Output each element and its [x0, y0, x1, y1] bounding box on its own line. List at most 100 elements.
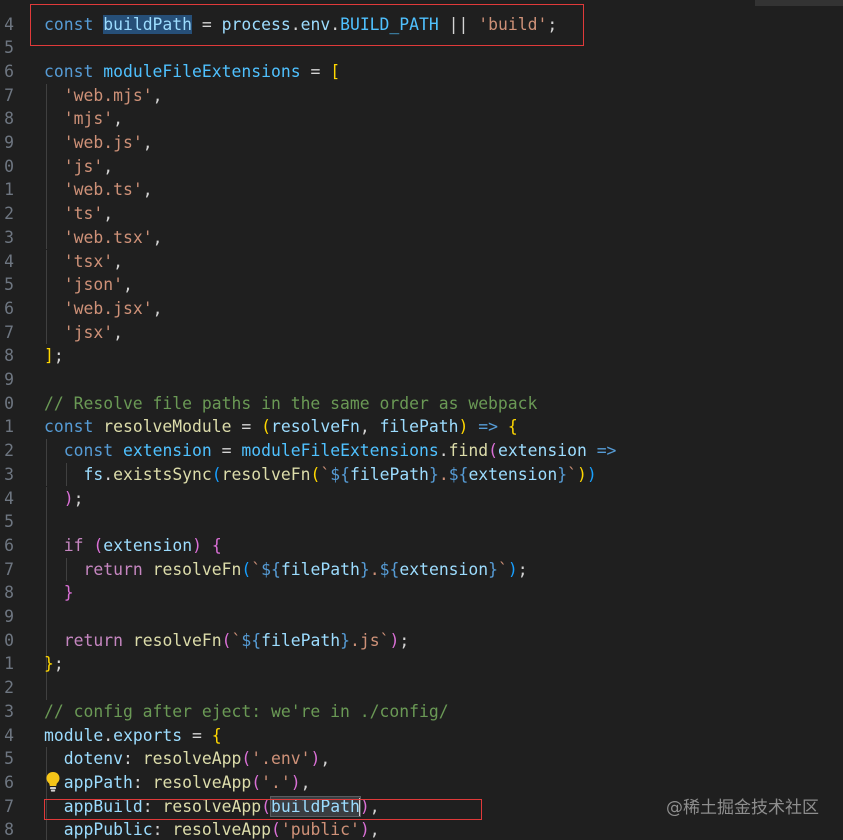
code-token: const	[44, 417, 94, 437]
code-line[interactable]: 8];	[0, 344, 843, 368]
code-line[interactable]: 6 'web.jsx',	[0, 296, 843, 321]
code-line[interactable]: 4 'tsx',	[0, 249, 843, 274]
code-text: // config after eject: we're in ./config…	[44, 700, 449, 724]
code-token: (	[241, 559, 252, 579]
code-token: (	[211, 464, 222, 484]
code-line[interactable]: 0 'js',	[0, 154, 843, 179]
code-line[interactable]: 8 'mjs',	[0, 107, 843, 131]
code-token: moduleFileExtensions	[103, 61, 301, 81]
code-line[interactable]: 9	[0, 605, 843, 629]
code-text: appPath: resolveApp('.'),	[44, 771, 311, 795]
code-token: const	[44, 14, 94, 34]
code-line[interactable]: 7 return resolveFn(`${filePath}.${extens…	[0, 557, 843, 582]
code-token: :	[122, 749, 143, 769]
code-token: 'web.tsx'	[63, 227, 153, 247]
code-line[interactable]: 4 module.exports = {	[0, 724, 843, 748]
code-token: extension	[399, 559, 489, 579]
code-token: appPath	[63, 772, 133, 792]
code-line[interactable]: 2 'ts',	[0, 202, 843, 226]
code-line[interactable]: 6 appPath: resolveApp('.'),	[0, 770, 843, 795]
code-token: )	[359, 796, 370, 816]
code-line[interactable]: 0 return resolveFn(`${filePath}.js`);	[0, 628, 843, 653]
code-line[interactable]: 6 if (extension) {	[0, 533, 843, 558]
code-token: =	[211, 441, 242, 461]
watermark: @稀土掘金技术社区	[666, 798, 819, 818]
code-token: filePath	[379, 417, 459, 437]
code-line[interactable]: 4 );	[0, 486, 843, 511]
code-text: 'web.tsx',	[44, 226, 163, 250]
code-token: appPublic	[63, 820, 153, 840]
line-number: 7	[4, 322, 14, 342]
code-line[interactable]: 5	[0, 36, 843, 60]
code-line[interactable]: 5 'json',	[0, 273, 843, 297]
code-line[interactable]: 1};	[0, 652, 843, 677]
code-token: .	[290, 14, 301, 34]
indent-guide	[46, 676, 47, 700]
code-token: resolveApp	[172, 820, 271, 840]
code-text: 'tsx',	[44, 250, 123, 274]
code-token: resolveModule	[103, 417, 232, 437]
line-number: 4	[4, 488, 14, 508]
code-line[interactable]: 1 const resolveModule = (resolveFn, fileP…	[0, 415, 843, 439]
code-line[interactable]: 2 const extension = moduleFileExtensions…	[0, 439, 843, 463]
code-token: dotenv	[63, 749, 123, 769]
code-line[interactable]: 6 const moduleFileExtensions = [	[0, 60, 843, 84]
lightbulb-icon[interactable]	[45, 771, 61, 793]
code-text: ];	[44, 344, 64, 368]
code-line[interactable]: 7 'jsx',	[0, 320, 843, 345]
code-line[interactable]: 9 'web.js',	[0, 131, 843, 155]
code-token: =>	[596, 441, 617, 461]
code-token: 'web.jsx'	[63, 298, 153, 318]
code-text: 'web.mjs',	[44, 84, 163, 108]
code-line[interactable]: 8 }	[0, 581, 843, 605]
code-line[interactable]: 3 // config after eject: we're in ./confi…	[0, 700, 843, 724]
code-token: resolveApp	[152, 772, 252, 792]
code-token: 'web.mjs'	[63, 85, 153, 105]
code-token: ${	[448, 464, 469, 484]
code-text: if (extension) {	[44, 534, 222, 558]
code-token: ,	[142, 180, 153, 200]
code-line[interactable]: 3 fs.existsSync(resolveFn(`${filePath}.$…	[0, 462, 843, 487]
horizontal-scrollbar[interactable]	[755, 0, 843, 6]
code-text: 'web.js',	[44, 131, 153, 155]
code-token: }	[359, 559, 370, 579]
code-line[interactable]: 2	[0, 676, 843, 700]
code-line[interactable]: 9	[0, 368, 843, 392]
line-number: 0	[4, 630, 14, 650]
code-token: ${	[261, 559, 281, 579]
code-line[interactable]: 4 const buildPath = process.env.BUILD_PAT…	[0, 13, 843, 37]
line-number: 7	[4, 796, 14, 816]
code-line[interactable]: 1 'web.ts',	[0, 178, 843, 203]
line-number: 4	[4, 251, 14, 271]
code-token: )	[63, 488, 74, 508]
code-token: 'web.js'	[63, 133, 143, 152]
line-number: 8	[4, 820, 14, 840]
code-line[interactable]: 0 // Resolve file paths in the same order…	[0, 392, 843, 416]
code-token: ,	[369, 796, 380, 816]
code-token: resolveFn	[271, 417, 360, 437]
code-token: find	[448, 441, 489, 461]
code-token: )	[192, 535, 202, 555]
code-line[interactable]: 8 appPublic: resolveApp('public'),	[0, 818, 843, 840]
code-token: 'js'	[63, 156, 104, 176]
code-line[interactable]: 5	[0, 510, 843, 534]
code-line[interactable]: 5 dotenv: resolveApp('.env'),	[0, 747, 843, 771]
code-text: dotenv: resolveApp('.env'),	[44, 747, 331, 771]
line-number: 1	[4, 654, 14, 674]
code-editor[interactable]: 4 const buildPath = process.env.BUILD_PAT…	[0, 0, 843, 840]
code-text: 'json',	[44, 273, 133, 297]
code-token: ;	[517, 559, 528, 579]
code-line[interactable]: 7 'web.mjs',	[0, 83, 843, 108]
code-token: )	[586, 464, 597, 484]
line-number: 3	[4, 464, 14, 484]
line-number: 2	[4, 204, 14, 224]
indent-guide	[46, 605, 47, 629]
code-token: const	[63, 441, 114, 461]
code-text: 'mjs',	[44, 107, 123, 131]
code-line[interactable]: 3 'web.tsx',	[0, 225, 843, 250]
code-token: moduleFileExtensions	[241, 441, 439, 461]
